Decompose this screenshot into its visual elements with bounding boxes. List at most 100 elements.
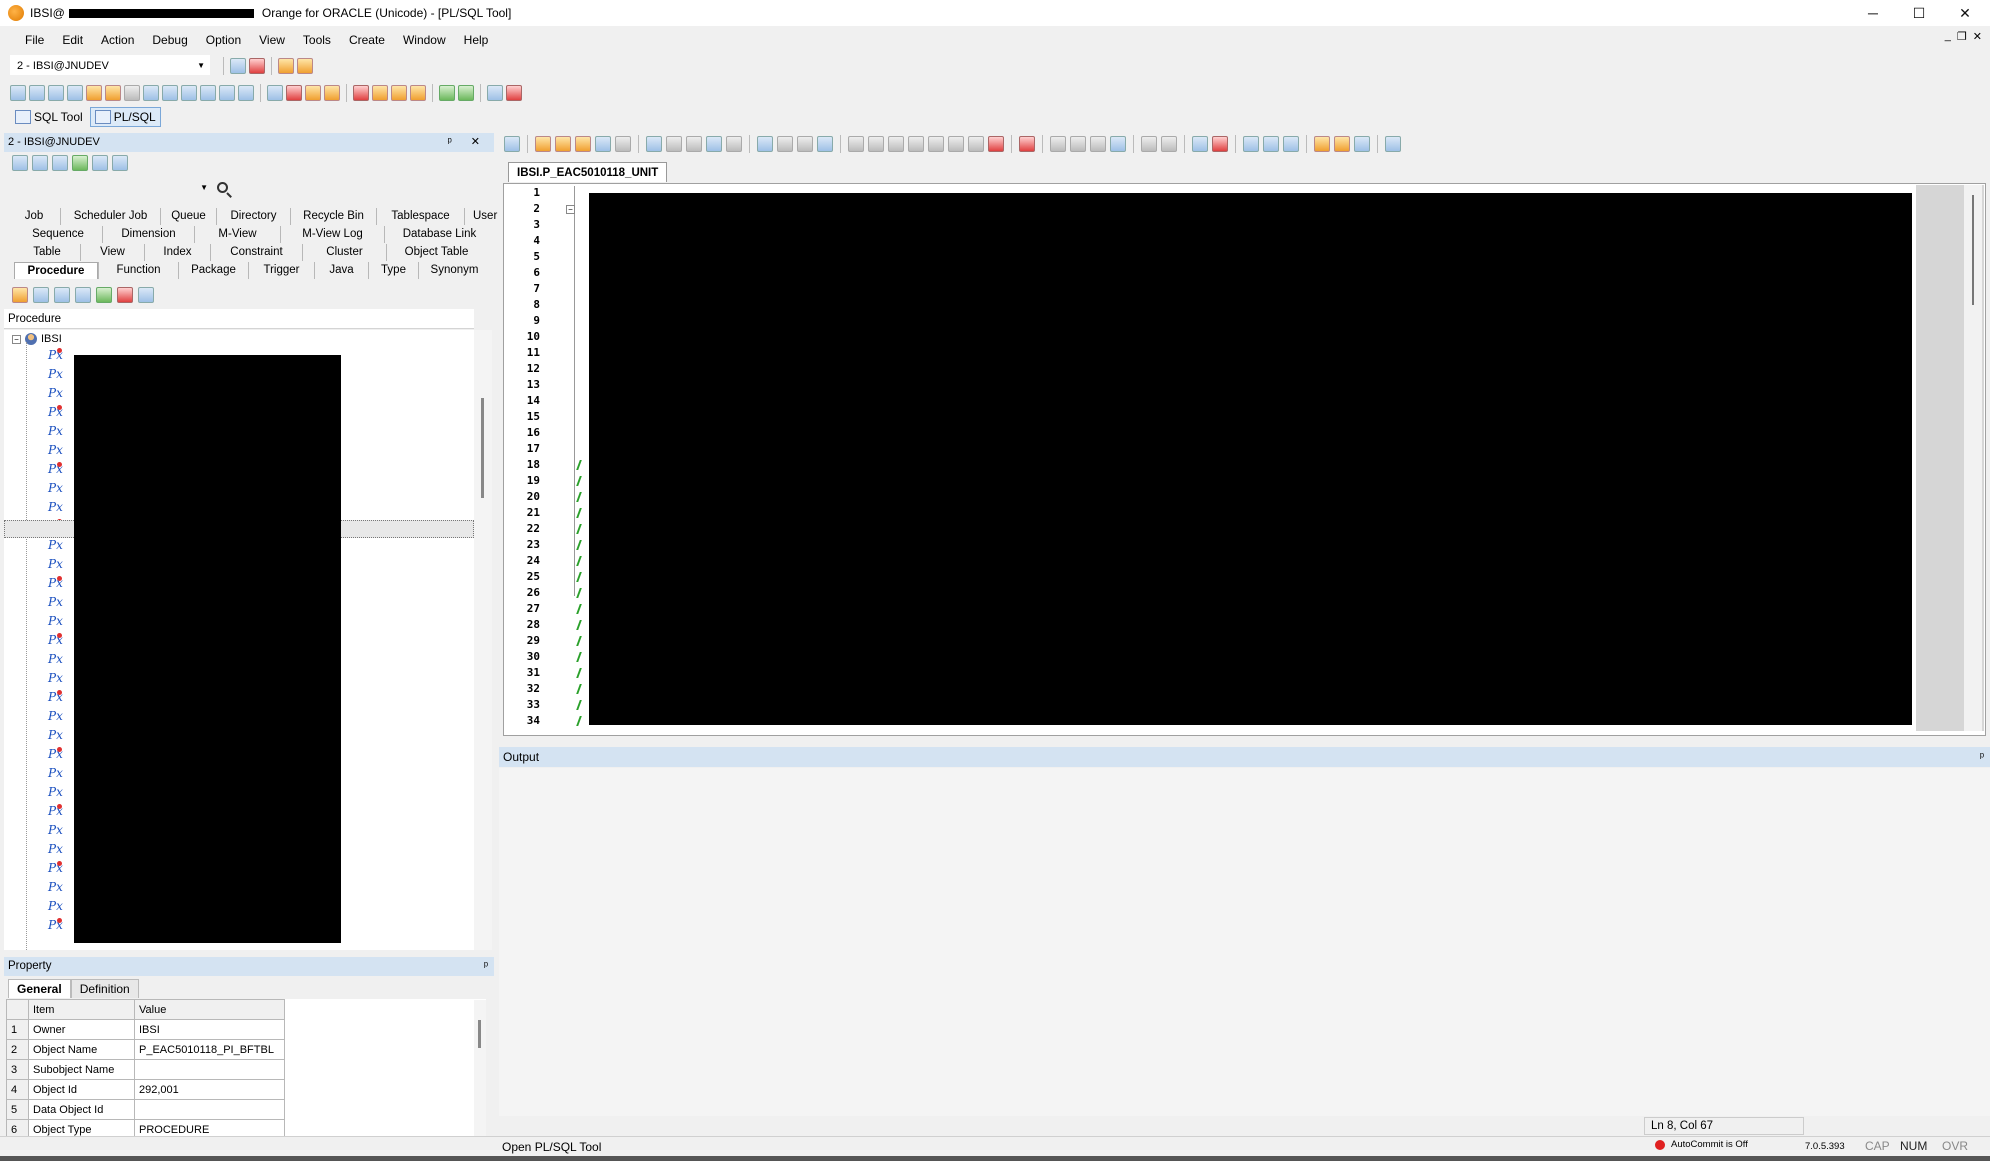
close-button[interactable]: ✕: [1942, 0, 1988, 26]
list-item[interactable]: Px: [48, 728, 70, 743]
menu-create[interactable]: Create: [340, 28, 394, 52]
compile-debug-icon[interactable]: [686, 136, 702, 152]
list-item[interactable]: Px: [48, 405, 70, 420]
find-icon[interactable]: [1243, 136, 1259, 152]
sql-run-icon[interactable]: [267, 85, 283, 101]
edit-proc-icon[interactable]: [646, 136, 662, 152]
tab-definition[interactable]: Definition: [70, 979, 139, 998]
pause-icon[interactable]: [888, 136, 904, 152]
cut-icon[interactable]: [1050, 136, 1066, 152]
tab-view[interactable]: View: [80, 244, 144, 261]
list-item[interactable]: Px: [48, 348, 70, 363]
breakpoint-icon[interactable]: [988, 136, 1004, 152]
output-area[interactable]: [499, 768, 1990, 1116]
session-icon[interactable]: [286, 85, 302, 101]
import-icon[interactable]: [391, 85, 407, 101]
save-icon[interactable]: [595, 136, 611, 152]
schema-icon[interactable]: [67, 85, 83, 101]
layout-icon[interactable]: [92, 155, 108, 171]
list-item[interactable]: Px: [48, 804, 70, 819]
collapse-icon[interactable]: −: [12, 334, 21, 344]
compile-icon[interactable]: [96, 287, 112, 303]
save-as-icon[interactable]: [615, 136, 631, 152]
list-item[interactable]: Px: [48, 557, 70, 572]
list-item[interactable]: Px: [48, 386, 70, 401]
tab-package[interactable]: Package: [178, 262, 248, 279]
find-icon[interactable]: [33, 287, 49, 303]
table-row[interactable]: 5 Data Object Id: [6, 1099, 285, 1120]
tab-type[interactable]: Type: [368, 262, 418, 279]
list-item[interactable]: Px: [48, 443, 70, 458]
tab-procedure[interactable]: Procedure: [14, 262, 98, 279]
tab-directory[interactable]: Directory: [216, 208, 290, 225]
find-in-code-icon[interactable]: [817, 136, 833, 152]
list-item[interactable]: Px: [48, 614, 70, 629]
object-filter-select[interactable]: ▼: [10, 181, 210, 199]
tab-constraint[interactable]: Constraint: [210, 244, 302, 261]
search-icon[interactable]: [216, 181, 234, 199]
list-item[interactable]: Px: [48, 880, 70, 895]
new-file-icon[interactable]: [535, 136, 551, 152]
format-icon[interactable]: [757, 136, 773, 152]
list-item[interactable]: Px: [48, 633, 70, 648]
list-item[interactable]: Px: [48, 500, 70, 515]
comment-icon[interactable]: [777, 136, 793, 152]
sql-active-icon[interactable]: [29, 85, 45, 101]
tab-database-link[interactable]: Database Link: [384, 226, 494, 243]
hint-icon[interactable]: [1334, 136, 1350, 152]
pin-icon[interactable]: ᵖ: [484, 957, 488, 976]
list-item[interactable]: Px: [48, 690, 70, 705]
list-item[interactable]: Px: [48, 595, 70, 610]
database-icon[interactable]: [124, 85, 140, 101]
list-item[interactable]: Px: [48, 918, 70, 933]
tab-general[interactable]: General: [8, 979, 71, 998]
list-item[interactable]: Px: [48, 861, 70, 876]
report-icon[interactable]: [439, 85, 455, 101]
new-window-icon[interactable]: [555, 136, 571, 152]
list-item[interactable]: Px: [48, 576, 70, 591]
tab-queue[interactable]: Queue: [160, 208, 216, 225]
mdi-restore-button[interactable]: ❐: [1957, 30, 1967, 43]
mdi-minimize-button[interactable]: _: [1945, 30, 1951, 43]
list-item[interactable]: Px: [48, 481, 70, 496]
table-icon[interactable]: [162, 85, 178, 101]
tab-user[interactable]: User: [464, 208, 504, 225]
tab-synonym[interactable]: Synonym: [418, 262, 490, 279]
settings-icon[interactable]: [504, 136, 520, 152]
fold-collapse-icon[interactable]: −: [566, 205, 575, 214]
tab-function[interactable]: Function: [98, 262, 178, 279]
pin-icon[interactable]: ᵖ: [1980, 747, 1984, 767]
procedure-icon[interactable]: [54, 287, 70, 303]
list-item[interactable]: Px: [48, 652, 70, 667]
dependency-icon[interactable]: [75, 287, 91, 303]
export-icon[interactable]: [105, 85, 121, 101]
menu-tools[interactable]: Tools: [294, 28, 340, 52]
menu-action[interactable]: Action: [92, 28, 143, 52]
load-icon[interactable]: [410, 85, 426, 101]
menu-help[interactable]: Help: [455, 28, 498, 52]
maximize-button[interactable]: ☐: [1896, 0, 1942, 26]
list-item[interactable]: Px: [48, 766, 70, 781]
tab-index[interactable]: Index: [144, 244, 210, 261]
connection-select[interactable]: 2 - IBSI@JNUDEV ▼: [10, 55, 210, 75]
plan-icon[interactable]: [48, 85, 64, 101]
menu-option[interactable]: Option: [197, 28, 250, 52]
window-icon[interactable]: [506, 85, 522, 101]
transfer-icon[interactable]: [305, 85, 321, 101]
mdi-close-button[interactable]: ✕: [1973, 30, 1982, 43]
copy-icon[interactable]: [1070, 136, 1086, 152]
tree-root[interactable]: − IBSI: [12, 333, 62, 345]
drop-icon[interactable]: [117, 287, 133, 303]
find-next-icon[interactable]: [1263, 136, 1279, 152]
compile-icon[interactable]: [666, 136, 682, 152]
create-icon[interactable]: [12, 287, 28, 303]
list-item[interactable]: Px: [48, 367, 70, 382]
options-icon[interactable]: [12, 155, 28, 171]
tools-icon[interactable]: [86, 85, 102, 101]
lock-icon[interactable]: [324, 85, 340, 101]
list-item[interactable]: Px: [48, 747, 70, 762]
clear-breakpoints-icon[interactable]: [1019, 136, 1035, 152]
redo-icon[interactable]: [1161, 136, 1177, 152]
select-all-icon[interactable]: [1110, 136, 1126, 152]
list-item[interactable]: Px: [48, 424, 70, 439]
